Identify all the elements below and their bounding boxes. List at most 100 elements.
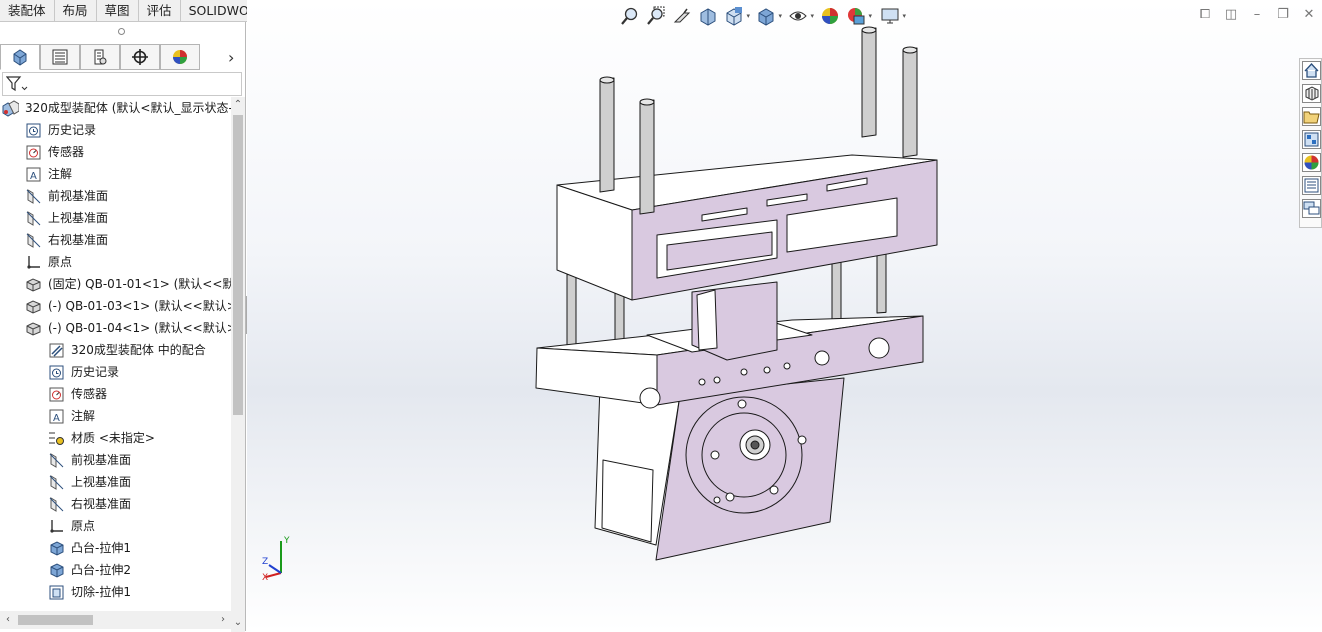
tree-node-label: 320成型装配体 中的配合 [71, 343, 206, 357]
filter-icon [6, 76, 28, 92]
plane-icon [48, 474, 65, 491]
configurationmanager-icon [94, 49, 107, 65]
configurationmanager-tab[interactable] [80, 44, 120, 70]
tab-3[interactable]: 评估 [139, 0, 181, 22]
tree-node[interactable]: ›(固定) QB-01-01<1> (默认<<默认 [0, 273, 232, 295]
tree-node[interactable]: 材质 <未指定> [0, 427, 232, 449]
view-palette-icon [1304, 132, 1319, 147]
scroll-up-icon[interactable]: ⌃ [231, 99, 245, 113]
home-icon [1304, 63, 1319, 78]
custom-properties-tab[interactable] [1302, 176, 1321, 195]
tree-node-label: 原点 [48, 255, 73, 269]
plane-icon [25, 232, 42, 249]
minimize-window-icon[interactable]: – [1244, 6, 1270, 26]
tree-filter-box[interactable] [2, 72, 242, 96]
dropdown-arrow-icon: ▾ [810, 12, 814, 20]
tab-2[interactable]: 草图 [97, 0, 139, 22]
tree-node-label: 上视基准面 [48, 211, 109, 225]
graphics-area[interactable]: ▾ ▾ ▾ ▾ ▾ ⧠ ◫ – ❐ ✕ Y X Z [247, 0, 1322, 631]
propertymanager-tab[interactable] [40, 44, 80, 70]
tree-node[interactable]: 上视基准面 [0, 207, 232, 229]
display-manager-tab[interactable] [160, 44, 200, 70]
tree-node-label: 前视基准面 [48, 189, 109, 203]
more-tabs-chevron-icon[interactable]: › [228, 48, 234, 67]
tree-horizontal-scrollbar[interactable]: ‹ › [0, 611, 231, 629]
tree-node[interactable]: 原点 [0, 515, 232, 537]
dimxpert-crosshair-icon [132, 49, 148, 65]
restore-window-icon[interactable]: ❐ [1270, 6, 1296, 26]
tree-node-label: 注解 [71, 409, 96, 423]
tree-node[interactable]: ›(-) QB-01-11<1> (默认<<默认 [0, 603, 232, 607]
folder-icon [1303, 111, 1320, 124]
tree-node[interactable]: 前视基准面 [0, 185, 232, 207]
history-icon [48, 364, 65, 381]
triad-x-label: X [262, 573, 268, 581]
plane-icon [48, 452, 65, 469]
tree-node[interactable]: 传感器 [0, 141, 232, 163]
tab-0[interactable]: 装配体 [0, 0, 55, 22]
tree-node[interactable]: 上视基准面 [0, 471, 232, 493]
triad-z-axis [268, 564, 282, 574]
middle-plate-side [535, 347, 658, 406]
tree-node[interactable]: ›(-) QB-01-03<1> (默认<<默认>_ [0, 295, 232, 317]
tree-node[interactable]: 右视基准面 [0, 493, 232, 515]
tree-node[interactable]: ›凸台-拉伸2 [0, 559, 232, 581]
tree-node[interactable]: ›A注解 [0, 163, 232, 185]
scroll-right-icon[interactable]: › [215, 611, 231, 629]
solidworks-forum-tab[interactable] [1302, 199, 1321, 218]
featuremanager-tree-icon [13, 49, 27, 66]
scroll-down-icon[interactable]: ⌄ [231, 617, 245, 631]
dropdown-arrow-icon: ▾ [778, 12, 782, 20]
tree-node-label: 历史记录 [48, 123, 97, 137]
tree-node[interactable]: 传感器 [0, 383, 232, 405]
dimxpert-tab[interactable] [120, 44, 160, 70]
tree-node-label: 上视基准面 [71, 475, 132, 489]
propertymanager-icon [52, 49, 68, 65]
appearances-tab[interactable] [1302, 153, 1321, 172]
tree-node[interactable]: 320成型装配体 (默认<默认_显示状态- [0, 97, 232, 119]
file-explorer-tab[interactable] [1302, 107, 1321, 126]
cut-extrude-icon [48, 584, 65, 601]
origin-icon [48, 518, 65, 535]
grip-dot-icon [118, 28, 125, 35]
tree-node[interactable]: ›A注解 [0, 405, 232, 427]
tree-node[interactable]: 原点 [0, 251, 232, 273]
assembly-3d-model[interactable] [527, 20, 1227, 580]
design-library-tab[interactable] [1302, 84, 1321, 103]
tree-node-label: (-) QB-01-03<1> (默认<<默认>_ [48, 299, 232, 313]
tab-1[interactable]: 布局 [55, 0, 97, 22]
solidworks-resources-tab[interactable] [1302, 61, 1321, 80]
scroll-left-icon[interactable]: ‹ [0, 611, 16, 629]
panel-grip[interactable] [0, 22, 246, 42]
tree-node[interactable]: 历史记录 [0, 361, 232, 383]
display-manager-sphere-icon [173, 50, 187, 64]
tree-node[interactable]: 历史记录 [0, 119, 232, 141]
featuremanager-tab[interactable] [0, 44, 40, 70]
tree-node-label: 320成型装配体 (默认<默认_显示状态- [25, 101, 232, 115]
material-icon [48, 430, 65, 447]
plane-icon [25, 188, 42, 205]
tree-node[interactable]: ›320成型装配体 中的配合 [0, 339, 232, 361]
forum-chat-icon [1303, 201, 1320, 215]
view-palette-tab[interactable] [1302, 130, 1321, 149]
close-window-icon[interactable]: ✕ [1296, 6, 1322, 26]
reference-triad: Y X Z [262, 536, 290, 581]
tree-node[interactable]: 右视基准面 [0, 229, 232, 251]
task-pane-tabs [1299, 58, 1322, 228]
annotation-icon: A [48, 408, 65, 425]
design-library-icon [1305, 86, 1319, 101]
tree-node[interactable]: 前视基准面 [0, 449, 232, 471]
tree-node[interactable]: ⌄(-) QB-01-04<1> (默认<<默认>_ [0, 317, 232, 339]
origin-icon [25, 254, 42, 271]
horizontal-scroll-thumb[interactable] [18, 615, 93, 625]
vertical-scroll-thumb[interactable] [233, 115, 243, 415]
assembly-icon [2, 100, 20, 117]
tree-node[interactable]: ›凸台-拉伸1 [0, 537, 232, 559]
tree-node[interactable]: ›切除-拉伸1 [0, 581, 232, 603]
extrude-icon [48, 540, 65, 557]
dropdown-arrow-icon: ▾ [902, 12, 906, 20]
tree-vertical-scrollbar[interactable]: ⌃ ⌄ [231, 97, 245, 632]
part-icon [25, 320, 42, 337]
annotation-icon: A [25, 166, 42, 183]
tree-node-label: 历史记录 [71, 365, 120, 379]
